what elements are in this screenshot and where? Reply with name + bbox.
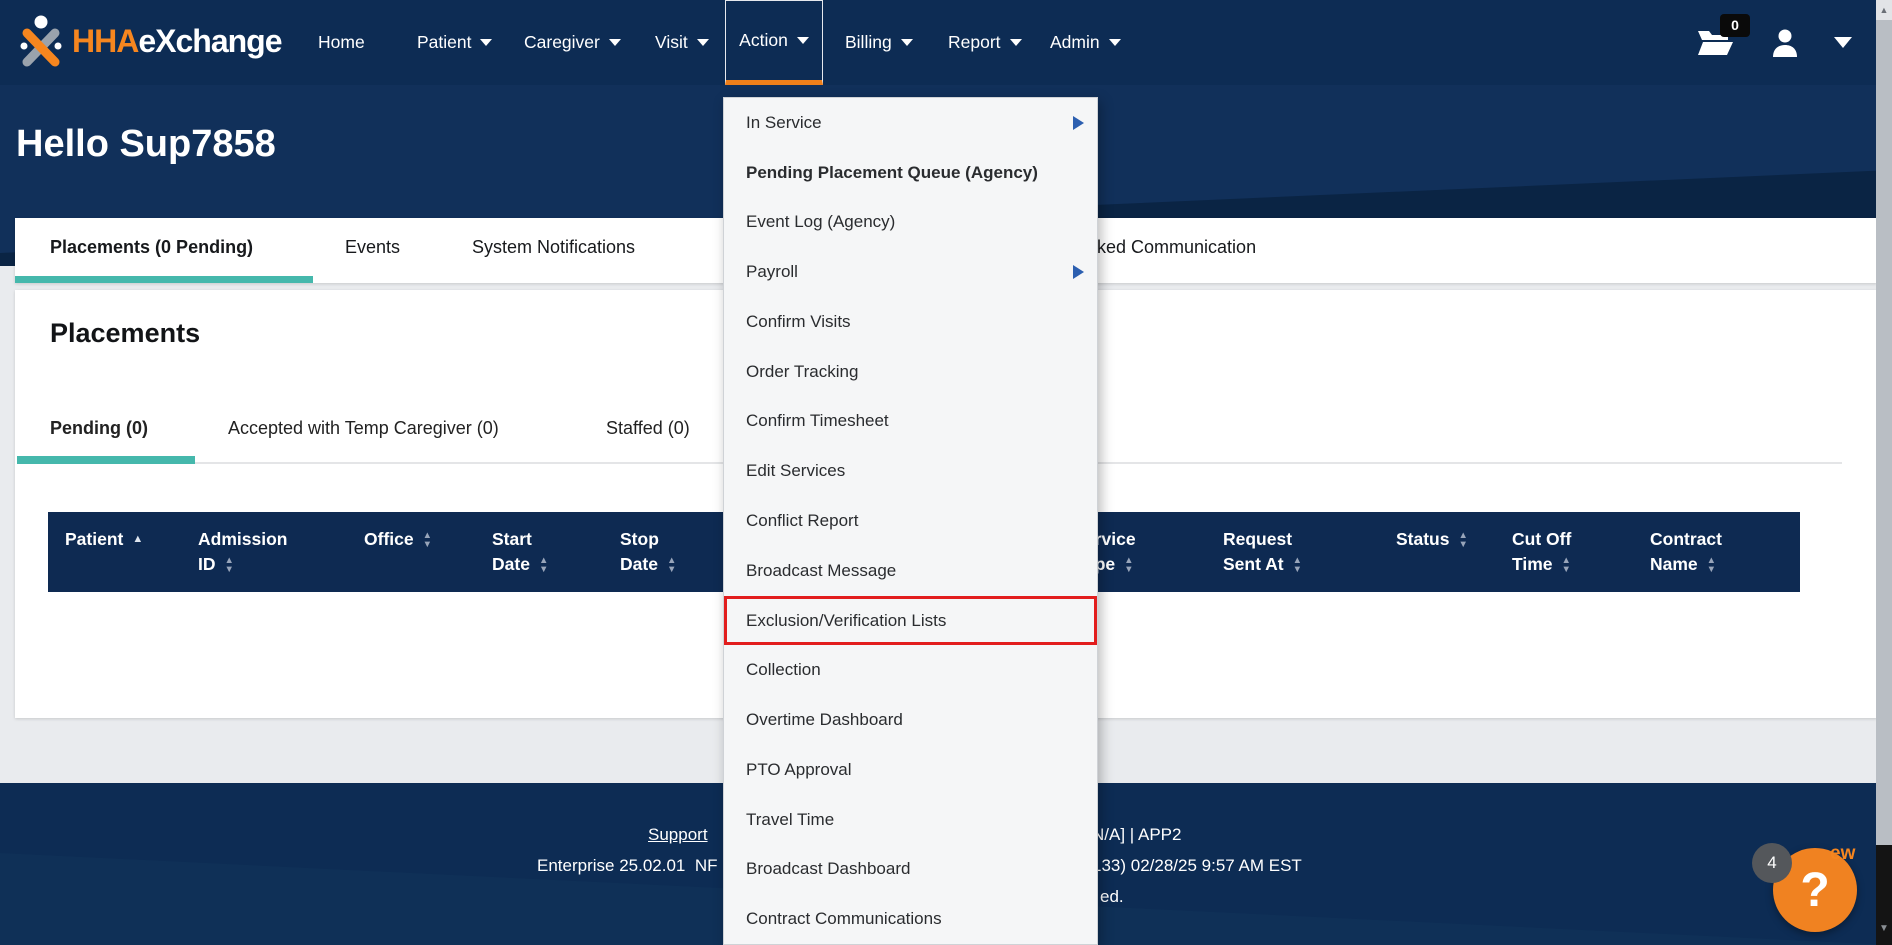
page: Hello Sup7858 HHAeXchange Home Patient xyxy=(0,0,1892,945)
column-header[interactable]: Start Date xyxy=(492,512,548,592)
submenu-arrow-icon xyxy=(1073,116,1084,130)
footer-timestamp-text: 133) 02/28/25 9:57 AM EST xyxy=(1092,856,1302,876)
notifications-folder-button[interactable]: 0 xyxy=(1696,26,1736,60)
chevron-down-icon xyxy=(697,39,709,46)
nav-menu-item[interactable]: Visit xyxy=(655,0,709,85)
help-notification-badge: 4 xyxy=(1752,843,1792,883)
top-tab[interactable]: Events xyxy=(345,218,400,276)
top-tab[interactable]: Placements (0 Pending) xyxy=(50,218,253,276)
action-menu-item[interactable]: Pending Placement Queue (Agency) xyxy=(724,148,1097,198)
sort-icon xyxy=(1562,556,1571,574)
column-header[interactable]: Patient xyxy=(65,512,143,592)
nav-menu-item[interactable]: Admin xyxy=(1050,0,1121,85)
nav-menu-item[interactable]: Report xyxy=(948,0,1022,85)
sort-icon xyxy=(539,556,548,574)
column-header[interactable]: Stop Date xyxy=(620,512,676,592)
column-header[interactable]: Request Sent At xyxy=(1223,512,1302,592)
action-menu-item[interactable]: Conflict Report xyxy=(724,496,1097,546)
column-header[interactable]: Status xyxy=(1396,512,1468,592)
vertical-scrollbar[interactable]: ▲ ▼ xyxy=(1876,0,1892,945)
column-header[interactable]: Cut Off Time xyxy=(1512,512,1580,592)
action-menu-item[interactable]: Event Log (Agency) xyxy=(724,198,1097,248)
action-menu-item[interactable]: Payroll xyxy=(724,247,1097,297)
sort-icon xyxy=(423,531,432,549)
sort-icon xyxy=(667,556,676,574)
action-menu-item[interactable]: PTO Approval xyxy=(724,745,1097,795)
sort-icon xyxy=(225,556,234,574)
footer-app-text: N/A] | APP2 xyxy=(1092,825,1181,845)
action-menu-item[interactable]: Travel Time xyxy=(724,795,1097,845)
chevron-down-icon xyxy=(797,37,809,44)
top-tab[interactable]: ked Communication xyxy=(1097,218,1256,276)
action-menu-item[interactable]: Exclusion/Verification Lists xyxy=(724,596,1097,646)
placement-sub-tab[interactable]: Pending (0) xyxy=(50,408,148,448)
sort-icon xyxy=(1707,556,1716,574)
nav-menu-item[interactable]: Home xyxy=(318,0,365,85)
placement-sub-tab[interactable]: Accepted with Temp Caregiver (0) xyxy=(228,408,499,448)
whats-new-partial-label: ew xyxy=(1830,843,1855,865)
folder-count-badge: 0 xyxy=(1720,14,1750,37)
panel-title: Placements xyxy=(50,318,200,349)
top-tab[interactable]: System Notifications xyxy=(472,218,635,276)
scroll-down-arrow-icon[interactable]: ▼ xyxy=(1876,918,1892,938)
action-menu-item[interactable]: Edit Services xyxy=(724,446,1097,496)
user-profile-icon[interactable] xyxy=(1770,28,1800,58)
active-tab-underline xyxy=(15,276,313,283)
sort-icon xyxy=(1458,531,1467,549)
action-menu-item[interactable]: Broadcast Message xyxy=(724,546,1097,596)
brand-wordmark: HHAeXchange xyxy=(72,25,282,57)
support-link[interactable]: Support xyxy=(648,825,708,845)
nav-menu-item[interactable]: Action xyxy=(725,0,823,85)
action-menu-item[interactable]: Overtime Dashboard xyxy=(724,695,1097,745)
action-menu-item[interactable]: Collection xyxy=(724,645,1097,695)
sort-icon xyxy=(132,534,143,545)
action-menu-item[interactable]: Broadcast Dashboard xyxy=(724,844,1097,894)
sort-icon xyxy=(1124,556,1133,574)
column-header[interactable]: Admission ID xyxy=(198,512,296,592)
brand-logo[interactable]: HHAeXchange xyxy=(18,14,282,68)
column-header[interactable]: Office xyxy=(364,512,432,592)
scrollbar-thumb[interactable] xyxy=(1876,20,1892,845)
chevron-down-icon xyxy=(901,39,913,46)
chevron-down-icon xyxy=(1010,39,1022,46)
action-menu-item[interactable]: Confirm Timesheet xyxy=(724,397,1097,447)
chevron-down-icon xyxy=(480,39,492,46)
action-menu-item[interactable]: Order Tracking xyxy=(724,347,1097,397)
nav-menu-item[interactable]: Patient xyxy=(417,0,492,85)
action-menu-item[interactable]: Confirm Visits xyxy=(724,297,1097,347)
action-menu-item[interactable]: Contract Communications xyxy=(724,894,1097,944)
footer-partial-text: ed. xyxy=(1100,887,1124,907)
scroll-up-arrow-icon[interactable]: ▲ xyxy=(1876,0,1892,20)
top-navbar: HHAeXchange Home Patient Caregiver Visit… xyxy=(0,0,1892,85)
sort-icon xyxy=(1293,556,1302,574)
nav-menu-item[interactable]: Caregiver xyxy=(524,0,621,85)
action-dropdown-menu: In Service Pending Placement Queue (Agen… xyxy=(723,97,1098,945)
nav-menu-item[interactable]: Billing xyxy=(845,0,913,85)
active-sub-tab-underline xyxy=(17,456,195,464)
submenu-arrow-icon xyxy=(1073,265,1084,279)
version-text: Enterprise 25.02.01 NF xyxy=(537,856,717,876)
account-chevron-down-icon[interactable] xyxy=(1834,37,1852,48)
hha-person-icon xyxy=(18,14,64,68)
navbar-right-icons: 0 xyxy=(1696,0,1852,85)
placement-sub-tab[interactable]: Staffed (0) xyxy=(606,408,690,448)
column-header[interactable]: Contract Name xyxy=(1650,512,1731,592)
action-menu-item[interactable]: In Service xyxy=(724,98,1097,148)
chevron-down-icon xyxy=(1109,39,1121,46)
greeting-heading: Hello Sup7858 xyxy=(16,123,276,166)
chevron-down-icon xyxy=(609,39,621,46)
